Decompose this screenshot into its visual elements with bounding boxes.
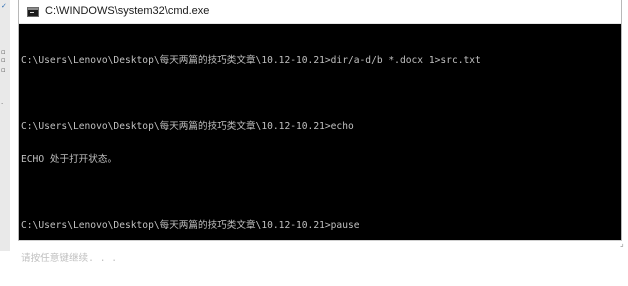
background-icon: · — [1, 100, 3, 108]
console-output[interactable]: C:\Users\Lenovo\Desktop\每天两篇的技巧类文章\10.12… — [21, 33, 617, 286]
background-icon: ▫ — [1, 66, 6, 74]
console-line-blank — [21, 187, 617, 198]
console-line: ECHO 处于打开状态。 — [21, 154, 617, 165]
background-window-edge: ✓ ▫ ▫ ▫ · — [0, 0, 10, 251]
resize-grip-icon[interactable]: ⌟ — [620, 237, 628, 251]
console-line: C:\Users\Lenovo\Desktop\每天两篇的技巧类文章\10.12… — [21, 55, 617, 66]
console-line-blank — [21, 88, 617, 99]
cmd-window[interactable]: C:\WINDOWS\system32\cmd.exe C:\Users\Len… — [18, 0, 622, 241]
console-line: C:\Users\Lenovo\Desktop\每天两篇的技巧类文章\10.12… — [21, 121, 617, 132]
background-icon: ✓ — [1, 2, 7, 10]
window-title: C:\WINDOWS\system32\cmd.exe — [45, 5, 209, 17]
console-line: C:\Users\Lenovo\Desktop\每天两篇的技巧类文章\10.12… — [21, 220, 617, 231]
console-line: 请按任意键继续. . . — [21, 253, 617, 264]
window-titlebar[interactable]: C:\WINDOWS\system32\cmd.exe — [19, 0, 621, 24]
background-icon: ▫ — [1, 56, 6, 64]
cmd-icon[interactable] — [27, 7, 39, 17]
background-icon: ▫ — [1, 48, 6, 56]
